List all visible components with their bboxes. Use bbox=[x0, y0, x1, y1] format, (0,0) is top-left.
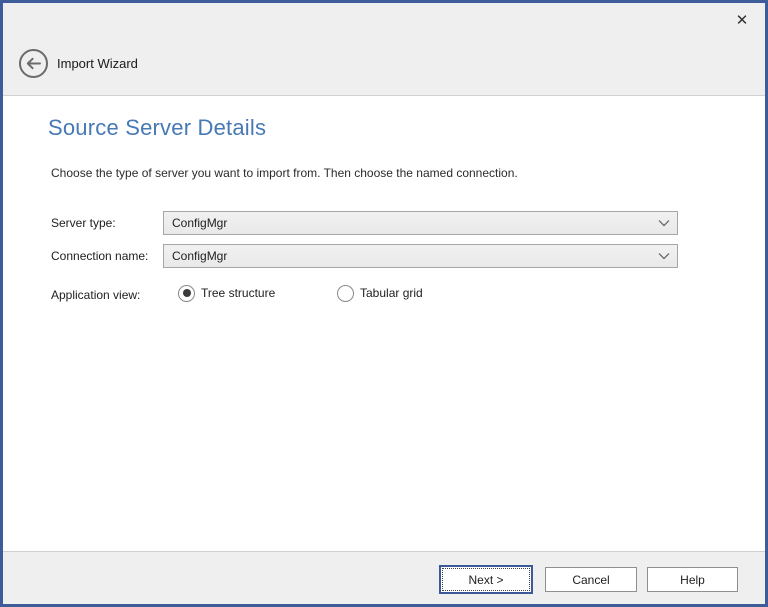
back-arrow-icon bbox=[18, 48, 49, 79]
wizard-footer: Next > Cancel Help bbox=[3, 551, 765, 604]
close-button[interactable]: ✕ bbox=[727, 6, 757, 34]
radio-label: Tree structure bbox=[201, 286, 275, 300]
back-button[interactable] bbox=[18, 48, 49, 79]
wizard-page: Source Server Details Choose the type of… bbox=[3, 97, 765, 551]
connection-name-value: ConfigMgr bbox=[172, 249, 227, 263]
server-type-label: Server type: bbox=[51, 211, 116, 235]
application-view-label: Application view: bbox=[51, 287, 140, 304]
close-icon: ✕ bbox=[736, 11, 749, 29]
help-button[interactable]: Help bbox=[647, 567, 738, 592]
chevron-down-icon bbox=[658, 252, 670, 260]
page-title: Source Server Details bbox=[48, 115, 266, 141]
import-wizard-window: ✕ Import Wizard Source Server Details Ch… bbox=[0, 0, 768, 607]
wizard-header: ✕ Import Wizard bbox=[3, 3, 765, 96]
radio-selected-icon bbox=[178, 285, 195, 302]
wizard-title: Import Wizard bbox=[57, 48, 138, 79]
next-button[interactable]: Next > bbox=[439, 565, 533, 594]
radio-tree-structure[interactable]: Tree structure bbox=[178, 284, 275, 302]
radio-tabular-grid[interactable]: Tabular grid bbox=[337, 284, 423, 302]
radio-unselected-icon bbox=[337, 285, 354, 302]
server-type-select[interactable]: ConfigMgr bbox=[163, 211, 678, 235]
radio-label: Tabular grid bbox=[360, 286, 423, 300]
chevron-down-icon bbox=[658, 219, 670, 227]
server-type-value: ConfigMgr bbox=[172, 216, 227, 230]
page-description: Choose the type of server you want to im… bbox=[51, 166, 518, 180]
connection-name-label: Connection name: bbox=[51, 244, 148, 268]
cancel-button[interactable]: Cancel bbox=[545, 567, 637, 592]
connection-name-select[interactable]: ConfigMgr bbox=[163, 244, 678, 268]
